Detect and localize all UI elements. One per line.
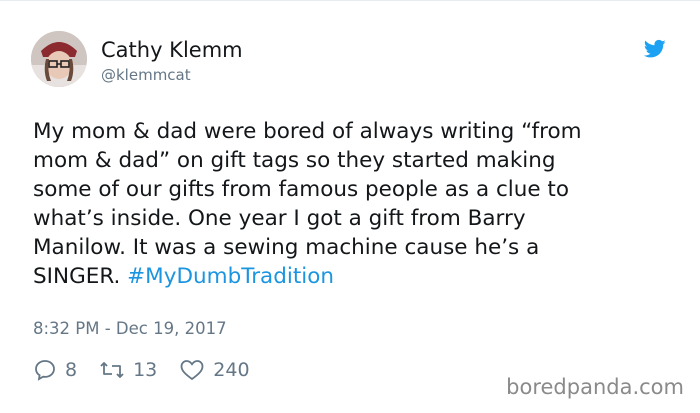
tweet-text: My mom & dad were bored of always writin… [33,117,673,291]
reply-button[interactable]: 8 [33,358,77,382]
tweet-actions: 8 13 240 [33,357,272,383]
tweet-timestamp[interactable]: 8:32 PM - Dec 19, 2017 [33,319,227,338]
tweet-line-5: Manilow. It was a sewing machine cause h… [33,235,540,260]
user-names: Cathy Klemm @klemmcat [101,37,243,85]
retweet-button[interactable]: 13 [99,358,157,382]
tweet-line-4: what’s inside. One year I got a gift fro… [33,206,526,231]
tweet-line-6: SINGER. #MyDumbTradition [33,262,673,291]
tweet-line-6-text: SINGER. [33,264,128,289]
heart-icon [180,360,204,381]
retweet-count: 13 [133,359,158,381]
tweet-header: Cathy Klemm @klemmcat [31,31,671,91]
like-count: 240 [213,359,250,381]
tweet-line-2: mom & dad” on gift tags so they started … [33,148,556,173]
user-handle[interactable]: @klemmcat [101,65,243,85]
retweet-icon [100,362,124,378]
reply-count: 8 [65,359,78,381]
reply-icon [35,360,55,381]
twitter-bird-icon[interactable] [643,39,666,59]
watermark: boredpanda.com [506,375,684,399]
avatar[interactable] [31,31,87,87]
tweet-line-1: My mom & dad were bored of always writin… [33,119,582,144]
like-button[interactable]: 240 [179,358,250,382]
tweet-line-3: some of our gifts from famous people as … [33,177,570,202]
hashtag-link[interactable]: #MyDumbTradition [127,264,334,289]
display-name[interactable]: Cathy Klemm [101,37,243,63]
tweet-card: Cathy Klemm @klemmcat My mom & dad were … [0,0,700,413]
